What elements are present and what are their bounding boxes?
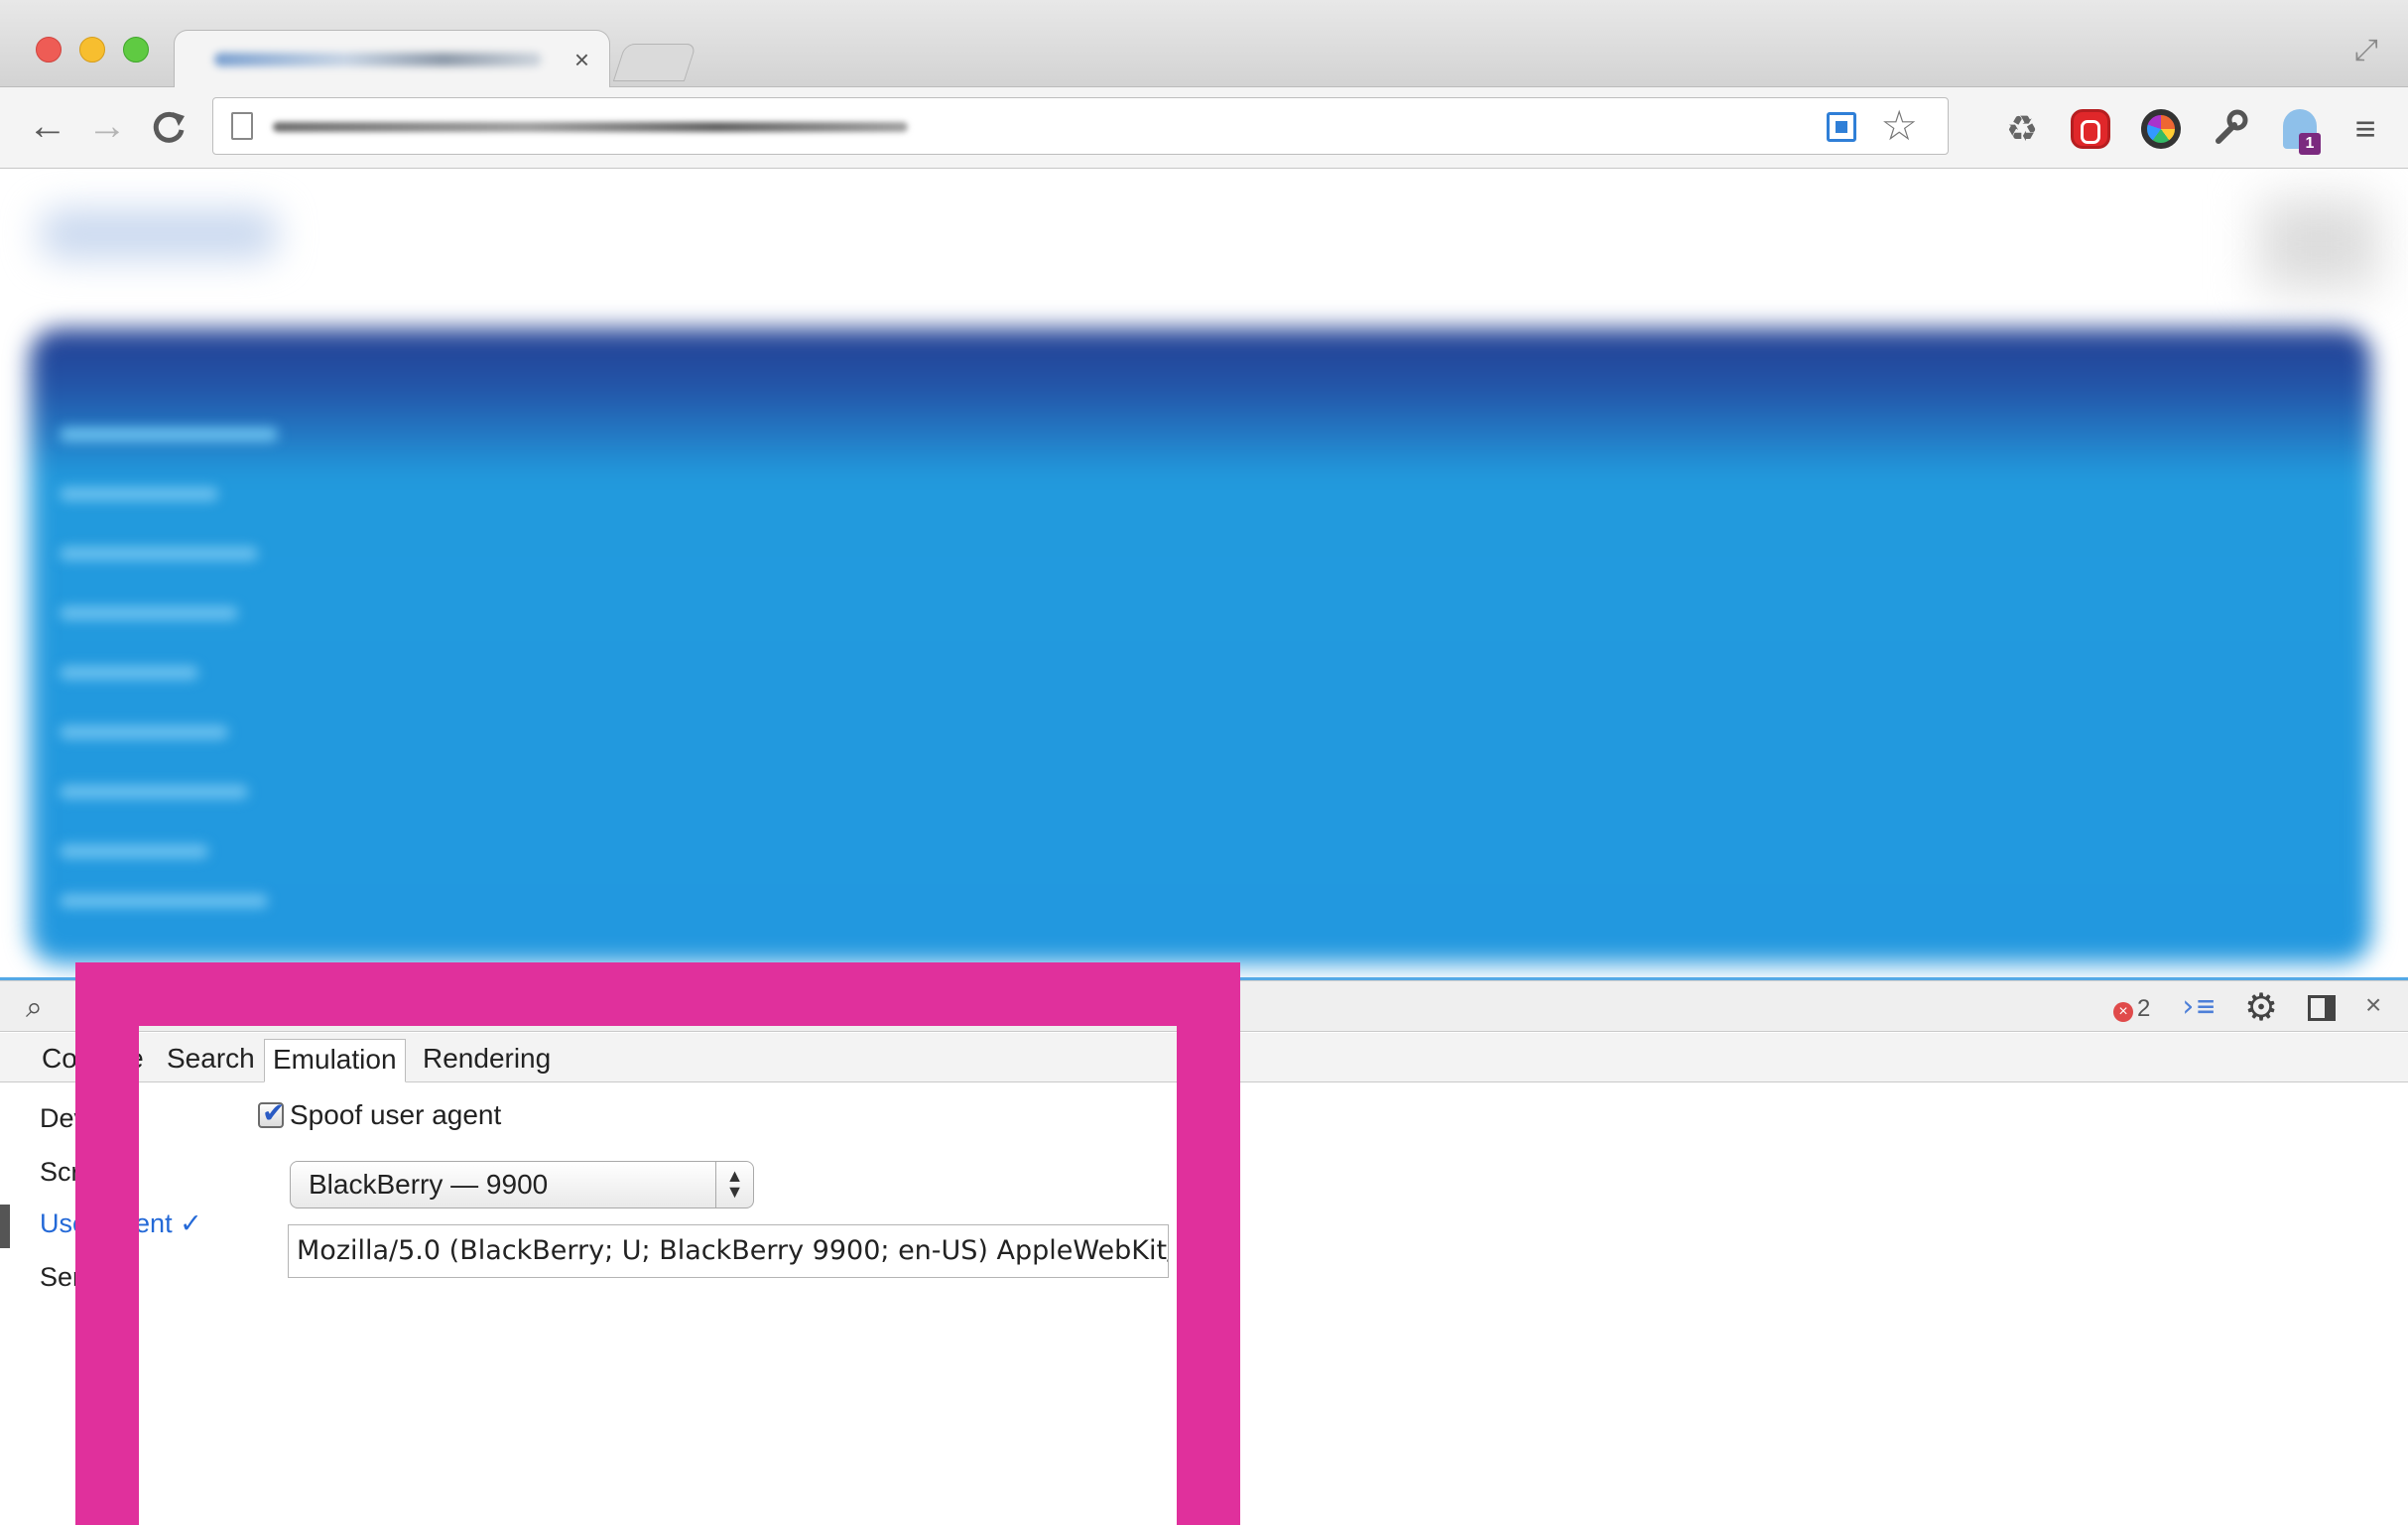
cast-icon[interactable]: [1827, 112, 1856, 142]
device-select-value: BlackBerry — 9900: [309, 1169, 549, 1200]
error-count: 2: [2137, 995, 2151, 1022]
select-arrows-icon: ▲ ▼: [715, 1162, 753, 1207]
show-console-icon[interactable]: ›≡: [2179, 989, 2215, 1024]
emulation-sidebar: Device Screen User Agent ✓ Sensors: [0, 1083, 228, 1525]
recycle-extension-icon[interactable]: ♻: [2000, 107, 2044, 151]
page-text-redacted: [60, 785, 248, 799]
tab-title-redacted: [214, 53, 542, 66]
window-minimize-button[interactable]: [79, 37, 105, 63]
reload-button[interactable]: [145, 101, 192, 151]
user-agent-input[interactable]: Mozilla/5.0 (BlackBerry; U; BlackBerry 9…: [288, 1224, 1169, 1278]
devtools-toolbar: ⌕ × 2 ›≡ ⚙ ×: [0, 980, 2408, 1032]
browser-toolbar: ← → ☆ ♻ 1 ≡: [0, 87, 2408, 169]
url-redacted: [273, 122, 908, 132]
settings-gear-icon[interactable]: ⚙: [2244, 985, 2278, 1030]
sidebar-item-sensors[interactable]: Sensors: [40, 1262, 138, 1293]
page-header-redacted: [2259, 199, 2378, 289]
close-devtools-icon[interactable]: ×: [2365, 989, 2381, 1021]
spoof-user-agent-label: Spoof user agent: [290, 1099, 502, 1130]
reload-icon: [153, 111, 185, 143]
selection-marker: [0, 1205, 10, 1248]
page-text-redacted: [60, 666, 198, 680]
fullscreen-icon[interactable]: ⤢: [2354, 34, 2378, 67]
page-text-redacted: [60, 428, 278, 442]
ghostery-extension-icon[interactable]: 1: [2278, 107, 2322, 155]
tab-console[interactable]: Console: [34, 1039, 152, 1082]
wrench-extension-icon[interactable]: [2209, 107, 2252, 151]
address-bar[interactable]: ☆: [212, 97, 1949, 155]
tab-search[interactable]: Search: [159, 1039, 263, 1082]
device-select[interactable]: BlackBerry — 9900 ▲ ▼: [290, 1161, 754, 1208]
window-close-button[interactable]: [36, 37, 62, 63]
new-tab-button[interactable]: [612, 44, 697, 81]
ghostery-badge: 1: [2299, 133, 2321, 155]
forward-button[interactable]: →: [83, 101, 131, 151]
page-icon: [231, 112, 253, 140]
page-viewport: [0, 170, 2408, 980]
user-agent-settings: Spoof user agent BlackBerry — 9900 ▲▼ Mo…: [238, 1083, 1191, 1525]
tab-rendering[interactable]: Rendering: [415, 1039, 559, 1082]
sidebar-item-device[interactable]: Device: [40, 1103, 122, 1134]
spoof-user-agent-row[interactable]: Spoof user agent: [258, 1096, 502, 1131]
chrome-menu-icon[interactable]: ≡: [2344, 107, 2387, 151]
page-text-redacted: [60, 844, 208, 858]
page-logo-redacted: [40, 209, 278, 259]
search-icon[interactable]: ⌕: [26, 991, 43, 1025]
sidebar-item-user-agent[interactable]: User Agent ✓: [40, 1208, 202, 1239]
browser-window: × ⤢ ← → ☆ ♻ 1 ≡ ⌕ × 2 ›≡ ⚙ × Console Sea…: [0, 0, 2408, 1525]
sidebar-item-screen[interactable]: Screen: [40, 1157, 125, 1188]
page-text-redacted: [60, 894, 268, 908]
browser-tab[interactable]: ×: [174, 30, 610, 89]
color-picker-extension-icon[interactable]: [2139, 107, 2183, 151]
back-button[interactable]: ←: [24, 101, 71, 151]
wrench-icon: [2216, 109, 2248, 144]
dock-side-icon[interactable]: [2308, 995, 2336, 1021]
bookmark-star-icon[interactable]: ☆: [1880, 102, 1918, 150]
page-text-redacted: [60, 487, 218, 501]
drawer-tab-bar: Console Search Emulation Rendering: [0, 1033, 2408, 1082]
page-text-redacted: [60, 725, 228, 739]
page-text-redacted: [60, 547, 258, 561]
window-zoom-button[interactable]: [123, 37, 149, 63]
error-icon: ×: [2113, 1002, 2133, 1022]
tab-close-icon[interactable]: ×: [574, 45, 589, 74]
adblock-extension-icon[interactable]: [2069, 107, 2112, 151]
tab-emulation[interactable]: Emulation: [264, 1039, 406, 1082]
spoof-user-agent-checkbox[interactable]: [258, 1096, 285, 1129]
devtools-panel: ⌕ × 2 ›≡ ⚙ × Console Search Emulation Ren…: [0, 980, 2408, 1525]
page-content-redacted: [30, 328, 2371, 963]
error-counter[interactable]: × 2: [2113, 995, 2150, 1023]
tab-strip: × ⤢: [0, 0, 2408, 89]
page-text-redacted: [60, 606, 238, 620]
